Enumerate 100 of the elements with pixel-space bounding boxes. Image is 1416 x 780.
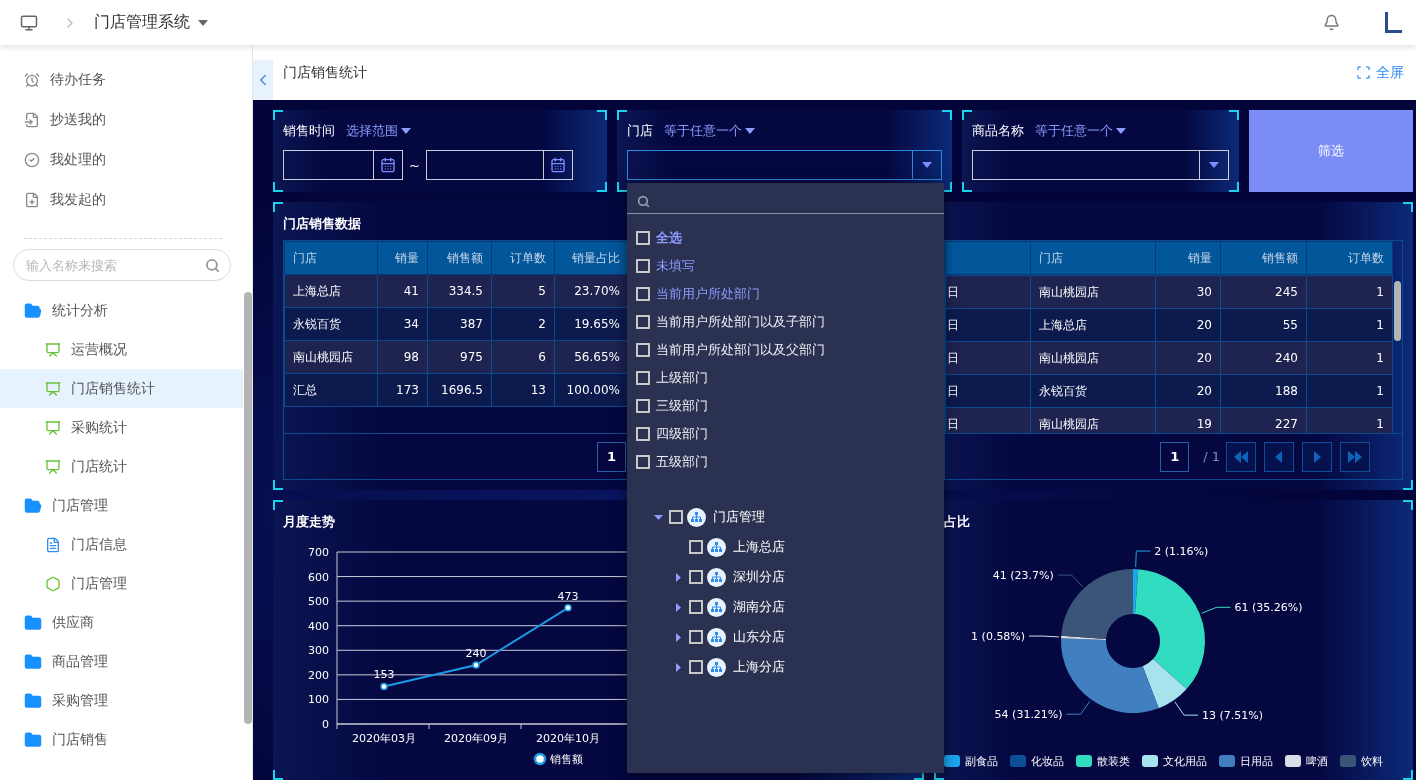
- table-cell: 20: [1155, 308, 1221, 342]
- sidebar-folder[interactable]: 商品管理: [0, 642, 243, 681]
- sidebar-item[interactable]: 门店统计: [0, 447, 243, 486]
- scrollbar-thumb[interactable]: [244, 292, 252, 724]
- sidebar-link[interactable]: 抄送我的: [0, 100, 252, 140]
- sidebar-link[interactable]: 待办任务: [0, 60, 252, 100]
- fullscreen-button[interactable]: 全屏: [1356, 63, 1404, 82]
- axis-tick-label: 2020年10月: [536, 732, 600, 745]
- tree-node[interactable]: 上海总店: [627, 532, 944, 562]
- legend-label: 饮料: [1361, 753, 1383, 769]
- checkbox[interactable]: [689, 660, 703, 674]
- table-cell: 55: [1220, 308, 1307, 342]
- checkbox[interactable]: [636, 371, 650, 385]
- table-cell: 日: [945, 341, 1031, 375]
- sidebar-folder[interactable]: 门店销售: [0, 720, 243, 759]
- axis-tick-label: 0: [322, 718, 329, 731]
- fullscreen-icon: [1356, 65, 1371, 80]
- caret-icon: [922, 162, 932, 168]
- filter-label: 商品名称: [972, 122, 1024, 140]
- caret-icon: [745, 128, 755, 134]
- sidebar-item[interactable]: 运营概况: [0, 330, 243, 369]
- table-cell: 56.65%: [554, 340, 629, 374]
- previous-page-button[interactable]: [1264, 441, 1294, 472]
- sidebar-folder[interactable]: 门店管理: [0, 486, 243, 525]
- caret-icon: [1116, 128, 1126, 134]
- alarm-clock-icon: [24, 72, 40, 88]
- tree-node[interactable]: 门店管理: [627, 502, 944, 532]
- checkbox[interactable]: [636, 455, 650, 469]
- sidebar-item[interactable]: 门店销售统计: [0, 369, 243, 408]
- date-field[interactable]: [283, 150, 403, 180]
- checkbox[interactable]: [689, 540, 703, 554]
- tree-node[interactable]: 湖南分店: [627, 592, 944, 622]
- select-field[interactable]: [972, 150, 1229, 180]
- column-header[interactable]: 门店: [1030, 241, 1156, 275]
- table-cell: 19.65%: [554, 307, 629, 341]
- column-header[interactable]: 订单数: [1306, 241, 1393, 275]
- filter-mode-link[interactable]: 等于任意一个: [664, 122, 755, 140]
- data-label: 153: [373, 668, 395, 682]
- column-header[interactable]: 销量: [377, 241, 428, 275]
- checkbox[interactable]: [689, 600, 703, 614]
- panel-title: 占比: [944, 513, 970, 531]
- sidebar-folder[interactable]: 供应商: [0, 603, 243, 642]
- table-cell: 20: [1155, 341, 1221, 375]
- dropdown-option[interactable]: 未填写: [627, 252, 944, 280]
- dropdown-option[interactable]: 三级部门: [627, 392, 944, 420]
- sidebar-link[interactable]: 我处理的: [0, 140, 252, 180]
- dropdown-option[interactable]: 全选: [627, 224, 944, 252]
- tree-node[interactable]: 上海分店: [627, 652, 944, 682]
- column-header[interactable]: 门店: [284, 241, 378, 275]
- checkbox[interactable]: [636, 343, 650, 357]
- page-number-field[interactable]: 1: [597, 441, 626, 472]
- dropdown-option[interactable]: 四级部门: [627, 420, 944, 448]
- dropdown-option[interactable]: 上级部门: [627, 364, 944, 392]
- next-page-button[interactable]: [1302, 441, 1332, 472]
- first-page-button[interactable]: [1226, 441, 1256, 472]
- tree-node[interactable]: 山东分店: [627, 622, 944, 652]
- checkbox[interactable]: [636, 399, 650, 413]
- slice-label: 41 (23.7%): [992, 569, 1054, 583]
- checkbox[interactable]: [689, 570, 703, 584]
- org-chart-icon: [707, 627, 726, 647]
- dropdown-option[interactable]: 当前用户所处部门以及子部门: [627, 308, 944, 336]
- dropdown-option[interactable]: 当前用户所处部门以及父部门: [627, 336, 944, 364]
- dropdown-option[interactable]: 当前用户所处部门: [627, 280, 944, 308]
- sidebar-link[interactable]: 我发起的: [0, 180, 252, 220]
- date-field[interactable]: [425, 150, 573, 180]
- scrollbar-thumb[interactable]: [1394, 281, 1401, 341]
- search-input[interactable]: 输入名称来搜索: [24, 256, 199, 274]
- checkbox[interactable]: [669, 510, 683, 524]
- org-chart-icon: [707, 597, 726, 617]
- column-header[interactable]: 销售额: [1220, 241, 1307, 275]
- checkbox[interactable]: [636, 231, 650, 245]
- file-plus-icon: [24, 192, 40, 208]
- checkbox[interactable]: [636, 427, 650, 441]
- tree-node[interactable]: 深圳分店: [627, 562, 944, 592]
- select-field[interactable]: [627, 150, 942, 180]
- dropdown-option[interactable]: 五级部门: [627, 448, 944, 476]
- sidebar-folder[interactable]: 采购管理: [0, 681, 243, 720]
- column-header[interactable]: 销量占比: [554, 241, 629, 275]
- column-header[interactable]: 销量: [1155, 241, 1221, 275]
- column-header[interactable]: 订单数: [491, 241, 555, 275]
- page-number-field[interactable]: 1: [1160, 441, 1190, 472]
- sidebar-item[interactable]: 采购统计: [0, 408, 243, 447]
- bell-icon[interactable]: [1323, 14, 1340, 31]
- table-cell: 1: [1306, 308, 1393, 342]
- filter-mode-link[interactable]: 等于任意一个: [1035, 122, 1126, 140]
- sidebar-folder[interactable]: 统计分析: [0, 291, 243, 330]
- checkbox[interactable]: [636, 259, 650, 273]
- app-title[interactable]: 门店管理系统: [88, 12, 208, 33]
- column-header[interactable]: 销售额: [427, 241, 492, 275]
- table-cell: 日: [945, 374, 1031, 408]
- sidebar-item[interactable]: 门店管理: [0, 564, 243, 603]
- last-page-button[interactable]: [1340, 441, 1370, 472]
- table-cell: 永锐百货: [1030, 374, 1156, 408]
- sidebar-item[interactable]: 门店信息: [0, 525, 243, 564]
- checkbox[interactable]: [636, 287, 650, 301]
- filter-mode-link[interactable]: 选择范围: [346, 122, 411, 140]
- axis-tick-label: 400: [308, 619, 329, 633]
- checkbox[interactable]: [689, 630, 703, 644]
- logo: [1384, 11, 1402, 34]
- checkbox[interactable]: [636, 315, 650, 329]
